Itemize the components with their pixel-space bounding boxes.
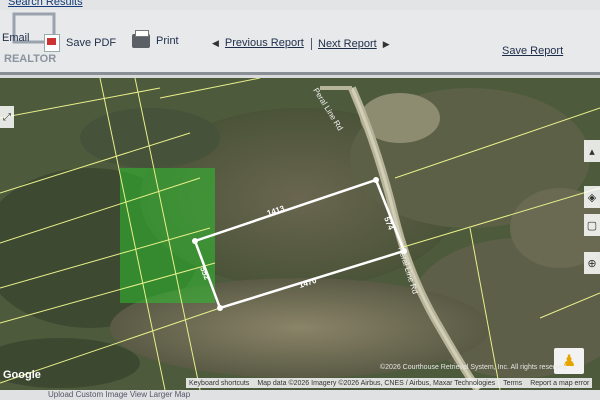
nav-separator xyxy=(311,38,312,50)
save-pdf-button[interactable]: Save PDF xyxy=(44,34,116,52)
search-results-link[interactable]: Search Results xyxy=(8,0,83,8)
vertex-ne xyxy=(373,177,379,183)
report-toolbar: REALTOR Email Save PDF Print ◀ Previous … xyxy=(0,10,600,75)
save-pdf-label: Save PDF xyxy=(66,37,117,49)
realtor-logo-text: REALTOR xyxy=(4,53,56,65)
google-logo: Google xyxy=(3,369,41,381)
terms-link[interactable]: Terms xyxy=(503,380,522,387)
report-error-link[interactable]: Report a map error xyxy=(530,380,589,387)
email-button[interactable]: Email xyxy=(2,32,30,44)
map-canvas: 1413 574 1470 552 Peral Line Rd Neral Li… xyxy=(0,78,600,390)
print-button[interactable]: Print xyxy=(132,30,179,48)
chevron-right-icon: ▶ xyxy=(382,38,390,49)
vertex-nw xyxy=(192,238,198,244)
next-report-label: Next Report xyxy=(318,38,377,50)
square-icon[interactable]: ▢ xyxy=(584,214,600,236)
printer-icon xyxy=(132,30,150,48)
previous-report-button[interactable]: ◀ Previous Report xyxy=(212,37,304,49)
layers-icon[interactable]: ◈ xyxy=(584,186,600,208)
copyright-text: ©2026 Courthouse Retrieval System, Inc. … xyxy=(380,364,567,371)
vertex-sw xyxy=(217,305,223,311)
top-strip: Search Results xyxy=(0,0,600,10)
locate-icon[interactable]: ⊕ xyxy=(584,252,600,274)
email-label: Email xyxy=(2,32,30,44)
save-report-button[interactable]: Save Report xyxy=(502,45,563,57)
next-report-button[interactable]: Next Report ▶ xyxy=(318,38,390,50)
footer-partial-text[interactable]: Upload Custom Image View Larger Map xyxy=(48,390,190,399)
tree-band xyxy=(80,108,220,168)
print-label: Print xyxy=(156,35,179,47)
map-data-text: Map data ©2026 Imagery ©2026 Airbus, CNE… xyxy=(257,379,496,387)
chevron-up-icon[interactable]: ▴ xyxy=(584,140,600,162)
chevron-left-icon: ◀ xyxy=(212,37,219,48)
bottom-strip: Upload Custom Image View Larger Map xyxy=(0,390,600,400)
keyboard-shortcuts-link[interactable]: Keyboard shortcuts xyxy=(189,380,249,387)
map-attribution: Keyboard shortcuts Map data ©2026 Imager… xyxy=(186,378,593,388)
pdf-icon xyxy=(44,34,60,52)
previous-report-label: Previous Report xyxy=(224,37,304,49)
satellite-map[interactable]: 1413 574 1470 552 Peral Line Rd Neral Li… xyxy=(0,78,600,390)
fullscreen-icon[interactable]: ⤢ xyxy=(0,106,14,128)
